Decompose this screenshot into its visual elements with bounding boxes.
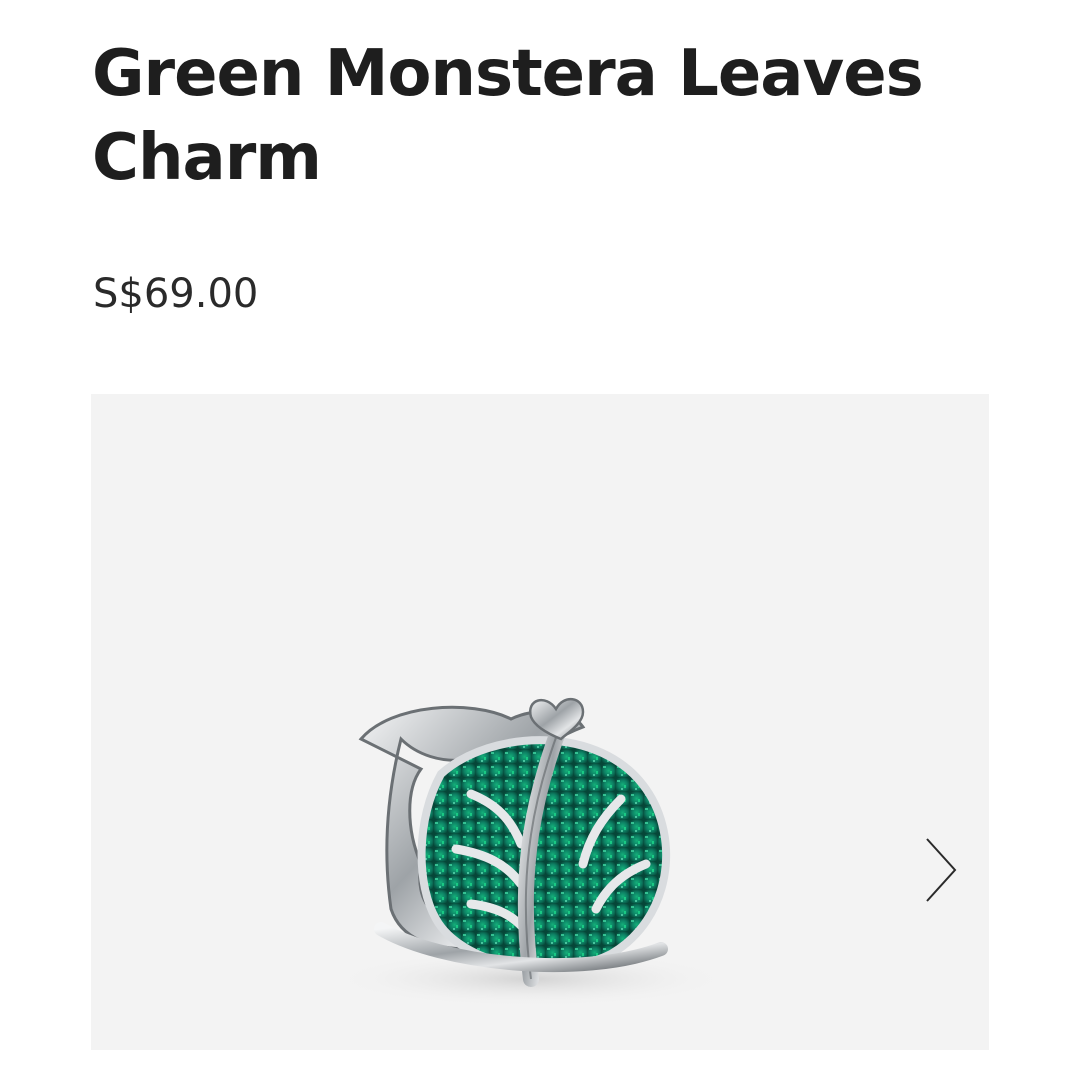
product-image-gallery[interactable] (91, 394, 989, 1050)
product-title: Green Monstera Leaves Charm (92, 37, 924, 195)
chevron-right-icon (926, 838, 957, 902)
product-price: S$69.00 (93, 271, 259, 317)
product-photo (331, 698, 731, 1007)
product-page: Green Monstera Leaves Charm S$69.00 (0, 0, 1080, 1080)
next-image-button[interactable] (911, 830, 971, 910)
